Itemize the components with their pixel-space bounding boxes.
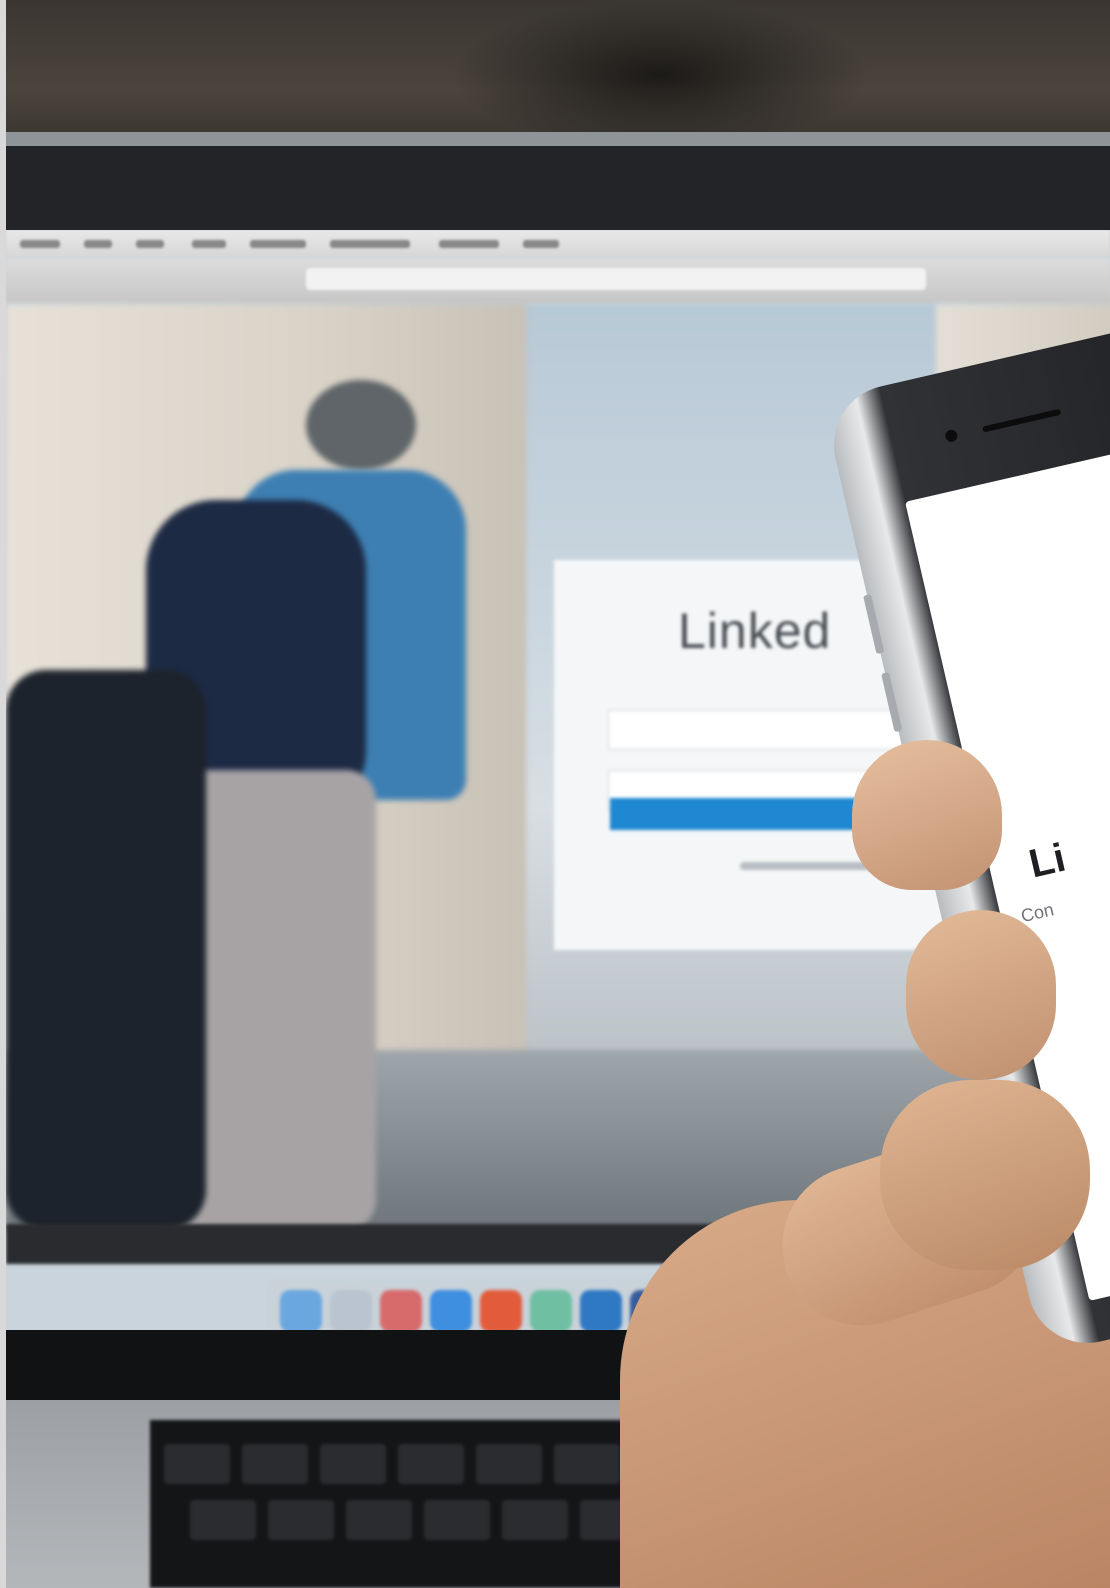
blurred-person-head <box>450 0 870 150</box>
os-menu-bar <box>6 230 1110 258</box>
keyboard-key <box>268 1500 334 1540</box>
middle-finger <box>906 910 1056 1080</box>
ring-finger <box>880 1080 1090 1270</box>
keyboard-key <box>398 1444 464 1484</box>
earpiece-speaker <box>982 408 1062 433</box>
keyboard-key <box>242 1444 308 1484</box>
login-logo: Linked <box>678 603 832 659</box>
finder-icon <box>280 1290 322 1330</box>
dock-app-icon <box>530 1290 572 1330</box>
keyboard-key <box>476 1444 542 1484</box>
email-field <box>608 710 910 750</box>
keyboard-key <box>424 1500 490 1540</box>
keyboard-key <box>320 1444 386 1484</box>
thumb <box>852 740 1002 890</box>
front-camera <box>944 428 959 444</box>
safari-icon <box>430 1290 472 1330</box>
browser-toolbar <box>6 258 1110 304</box>
laptop-bezel <box>6 146 1110 230</box>
photo-scene: Linked Li Con <box>0 0 1110 1588</box>
chrome-icon <box>480 1290 522 1330</box>
browser-address-bar <box>306 268 926 290</box>
app-title: Li <box>1025 835 1070 887</box>
keyboard-key <box>346 1500 412 1540</box>
dock-app-icon <box>330 1290 372 1330</box>
walking-person-figure <box>306 380 416 470</box>
keyboard-key <box>554 1444 620 1484</box>
keyboard-key <box>190 1500 256 1540</box>
dock-app-icon <box>580 1290 622 1330</box>
dark-figure-left <box>6 670 206 1230</box>
dock-app-icon <box>380 1290 422 1330</box>
keyboard-key <box>502 1500 568 1540</box>
laptop-lid-edge <box>6 132 1110 146</box>
image-border <box>0 0 6 1588</box>
keyboard-key <box>164 1444 230 1484</box>
